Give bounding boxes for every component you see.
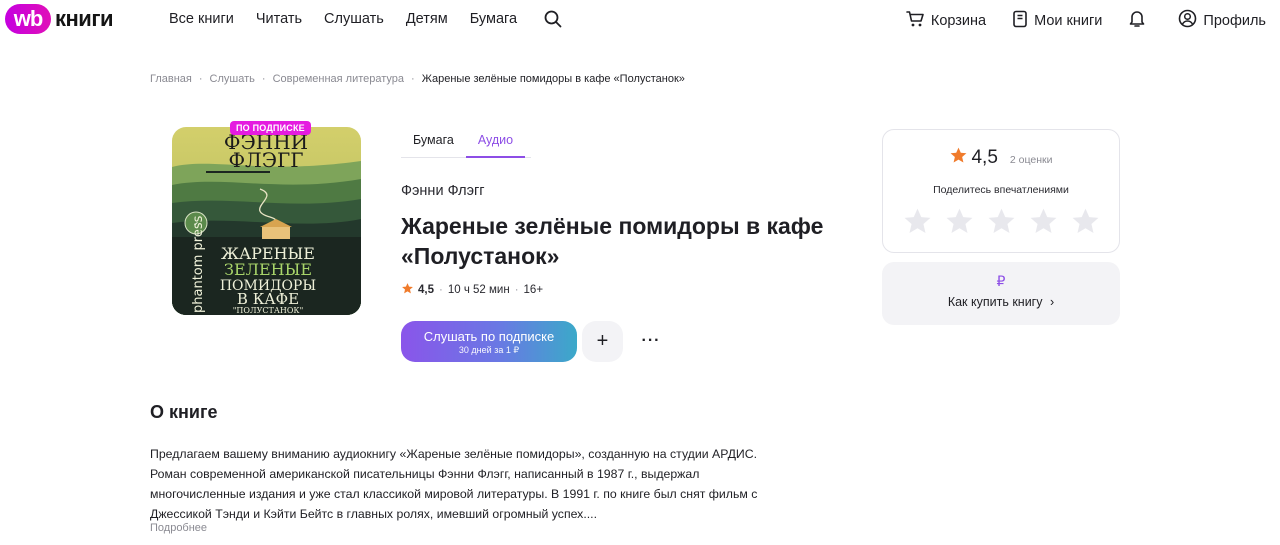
book-title: Жареные зелёные помидоры в кафе «Полуста…	[401, 213, 824, 269]
cart-link[interactable]: Корзина	[906, 10, 986, 32]
rating-summary: 4,5 2 оценки	[883, 146, 1119, 170]
rate-star-5-icon[interactable]	[1070, 206, 1101, 237]
rating-card: 4,5 2 оценки Поделитесь впечатлениями	[882, 129, 1120, 253]
book-icon	[1012, 10, 1034, 32]
rate-stars	[902, 206, 1112, 237]
meta-separator: ·	[439, 284, 443, 296]
breadcrumb: Главная · Слушать · Современная литерату…	[150, 73, 685, 85]
profile-label: Профиль	[1203, 12, 1266, 29]
nav-kids[interactable]: Детям	[406, 11, 448, 27]
read-more-link[interactable]: Подробнее	[150, 522, 207, 534]
header-actions: Корзина Мои книги Профиль	[880, 9, 1266, 32]
cart-icon	[906, 10, 931, 32]
listen-button-sublabel: 30 дней за 1 ₽	[458, 345, 520, 355]
plus-icon: +	[596, 330, 609, 352]
main-nav: Все книги Читать Слушать Детям Бумага	[169, 10, 562, 28]
chevron-right-icon: ›	[1049, 295, 1055, 309]
cover-art: ✔ ФЭННИ ФЛЭГГ ЖАРЕНЫЕ ЗЕЛЕНЫЕ ПОМИДОРЫ В…	[172, 127, 361, 315]
listen-subscription-button[interactable]: Слушать по подписке 30 дней за 1 ₽	[401, 321, 577, 362]
logo-text: книги	[55, 6, 114, 31]
bell-icon	[1128, 9, 1152, 32]
nav-paper[interactable]: Бумага	[470, 11, 517, 27]
profile-link[interactable]: Профиль	[1178, 9, 1266, 32]
how-to-buy-label: Как купить книгу ›	[882, 295, 1120, 309]
how-to-buy-card[interactable]: ₽ Как купить книгу ›	[882, 262, 1120, 325]
book-meta: 4,5 · 10 ч 52 мин · 16+	[401, 282, 543, 298]
subscription-badge: ПО ПОДПИСКЕ	[230, 121, 311, 135]
rating-score: 4,5	[971, 147, 998, 168]
profile-icon	[1178, 9, 1203, 32]
rate-star-4-icon[interactable]	[1028, 206, 1059, 237]
search-icon[interactable]	[544, 10, 562, 28]
rate-star-2-icon[interactable]	[944, 206, 975, 237]
about-description: Предлагаем вашему вниманию аудиокнигу «Ж…	[150, 447, 758, 521]
meta-duration: 10 ч 52 мин	[447, 284, 510, 296]
share-impressions-label: Поделитесь впечатлениями	[933, 184, 1069, 196]
cover-title-line2: ЗЕЛЕНЫЕ	[224, 260, 312, 279]
book-cover[interactable]: ✔ ФЭННИ ФЛЭГГ ЖАРЕНЫЕ ЗЕЛЕНЫЕ ПОМИДОРЫ В…	[172, 127, 361, 315]
nav-read[interactable]: Читать	[256, 11, 302, 27]
breadcrumb-home[interactable]: Главная	[150, 73, 192, 85]
rating-count: 2 оценки	[1009, 153, 1053, 166]
about-section-title: О книге	[150, 402, 218, 422]
rate-star-3-icon[interactable]	[986, 206, 1017, 237]
my-books-label: Мои книги	[1034, 12, 1103, 29]
star-icon	[949, 146, 968, 170]
breadcrumb-separator: ·	[198, 73, 203, 85]
meta-rating: 4,5	[418, 284, 434, 296]
cover-publisher: phantom press	[191, 215, 206, 313]
meta-separator: ·	[514, 284, 519, 296]
my-books-link[interactable]: Мои книги	[1012, 10, 1102, 32]
cover-author-line2: ФЛЭГГ	[228, 148, 303, 172]
logo-wb-badge: wb	[5, 4, 51, 34]
breadcrumb-current: Жареные зелёные помидоры в кафе «Полуста…	[421, 73, 685, 85]
more-options-button[interactable]: ···	[640, 331, 662, 351]
notifications-button[interactable]	[1128, 9, 1152, 32]
format-tabs: Бумага Аудио	[401, 128, 531, 158]
cart-label: Корзина	[930, 12, 987, 29]
site-logo[interactable]: wb книги	[5, 4, 114, 34]
breadcrumb-genre[interactable]: Современная литература	[273, 73, 404, 85]
more-dots-icon: ···	[641, 332, 661, 349]
tab-paper[interactable]: Бумага	[401, 128, 466, 157]
add-to-shelf-button[interactable]: +	[582, 321, 623, 362]
how-to-buy-text: Как купить книгу	[947, 295, 1043, 309]
breadcrumb-separator: ·	[261, 73, 266, 85]
ruble-icon: ₽	[996, 273, 1006, 289]
book-author[interactable]: Фэнни Флэгг	[401, 183, 485, 199]
listen-button-label: Слушать по подписке	[423, 329, 555, 344]
rate-star-1-icon[interactable]	[902, 206, 933, 237]
site-header: wb книги Все книги Читать Слушать Детям …	[0, 0, 1280, 38]
nav-all-books[interactable]: Все книги	[169, 11, 234, 27]
nav-listen[interactable]: Слушать	[324, 11, 384, 27]
meta-age: 16+	[523, 284, 544, 296]
cover-title-line5: "ПОЛУСТАНОК"	[233, 306, 304, 315]
breadcrumb-separator: ·	[411, 73, 415, 85]
breadcrumb-listen[interactable]: Слушать	[210, 73, 255, 85]
tab-audio[interactable]: Аудио	[465, 128, 526, 158]
star-icon	[401, 282, 414, 298]
